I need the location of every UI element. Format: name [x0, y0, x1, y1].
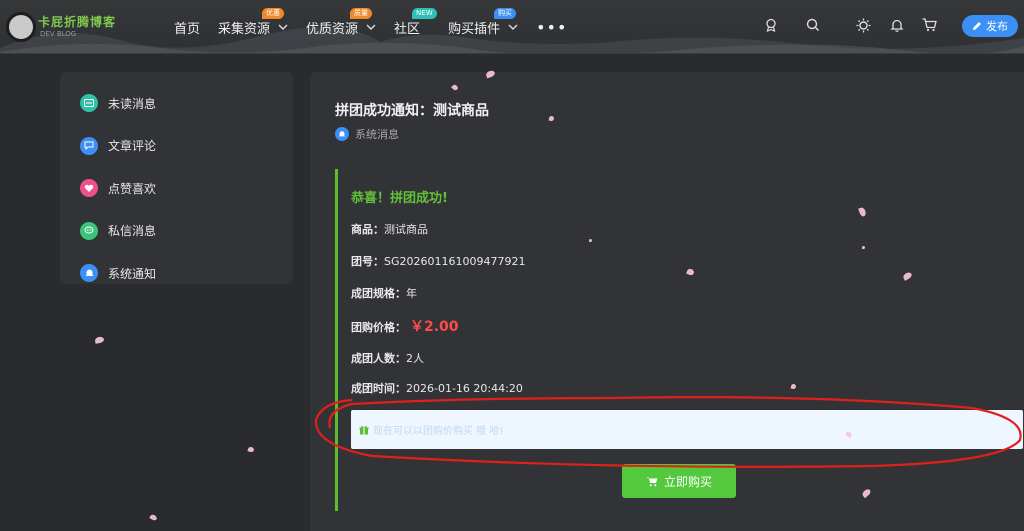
chat-icon: [80, 221, 98, 240]
theme-toggle-button[interactable]: [850, 12, 876, 38]
comment-icon: [80, 136, 98, 155]
chevron-down-icon: [278, 24, 288, 30]
price-row: 团购价格： ￥2.00: [351, 316, 459, 336]
price-label: 团购价格：: [351, 321, 406, 334]
message-meta: 系统消息: [335, 126, 399, 142]
spec-row: 成团规格：年: [351, 285, 417, 301]
nav-badge: 优惠: [262, 7, 285, 19]
spec-value: 年: [406, 287, 417, 300]
petal-decoration: [862, 246, 865, 249]
search-button[interactable]: [800, 12, 826, 38]
nav-item-community[interactable]: 社区 NEW: [394, 7, 437, 37]
search-icon: [806, 18, 820, 32]
nav-label: 采集资源: [218, 21, 271, 37]
nav-label: 首页: [174, 21, 201, 37]
sun-icon: [856, 18, 870, 32]
badge-icon[interactable]: [758, 12, 784, 38]
sidebar-item-comments[interactable]: 文章评论: [60, 125, 293, 168]
product-value: 测试商品: [384, 223, 428, 236]
nav-label: 优质资源: [306, 21, 359, 37]
petal-decoration: [149, 513, 158, 522]
product-label: 商品：: [351, 223, 384, 236]
nav-badge: 购买: [494, 7, 517, 19]
sidebar-item-likes[interactable]: 点赞喜欢: [60, 167, 293, 210]
sidebar-item-label: 私信消息: [108, 224, 157, 239]
buy-now-button[interactable]: 立即购买: [622, 464, 736, 498]
message-sidebar: 未读消息 文章评论 点赞喜欢 私信消息 系统通知: [60, 72, 293, 284]
petal-decoration: [94, 336, 105, 344]
buy-now-label: 立即购买: [663, 474, 712, 489]
group-number-row: 团号：SG202601161009477921: [351, 253, 525, 269]
bell-icon: [80, 264, 98, 283]
message-icon: [80, 94, 98, 113]
publish-button[interactable]: 发布: [962, 15, 1018, 37]
notification-button[interactable]: [884, 12, 910, 38]
sidebar-item-system-notifications[interactable]: 系统通知: [60, 252, 293, 295]
site-logo[interactable]: 卡屁折腾博客 DEV BLOG: [6, 8, 116, 48]
logo-mark-icon: [6, 12, 36, 42]
sidebar-item-label: 系统通知: [108, 266, 157, 281]
member-count-value: 2人: [406, 352, 424, 365]
nav-badge: 质量: [350, 7, 373, 19]
main-nav: 首页 采集资源 优惠 优质资源 质量 社区 NEW 购买插件 购买 •••: [174, 0, 567, 53]
nav-label: 社区: [394, 21, 421, 37]
sidebar-item-label: 未读消息: [108, 96, 157, 111]
message-category: 系统消息: [355, 128, 399, 141]
notice-box: 现在可以以团购价购买 哦 哈!: [351, 410, 1023, 449]
member-count-label: 成团人数：: [351, 352, 406, 365]
message-detail-panel: 拼团成功通知：测试商品 系统消息 恭喜！拼团成功! 商品：测试商品 团号：SG2…: [310, 72, 1024, 531]
spec-label: 成团规格：: [351, 287, 406, 300]
message-title: 拼团成功通知：测试商品: [335, 103, 489, 119]
sidebar-item-label: 点赞喜欢: [108, 181, 157, 196]
cart-icon: [922, 18, 937, 32]
group-time-label: 成团时间：: [351, 382, 406, 395]
petal-decoration: [247, 446, 255, 453]
member-count-row: 成团人数：2人: [351, 350, 424, 366]
gift-icon: [359, 425, 369, 434]
top-navigation-bar: 卡屁折腾博客 DEV BLOG 首页 采集资源 优惠 优质资源 质量 社区 NE…: [0, 0, 1024, 54]
group-buy-card: 恭喜！拼团成功! 商品：测试商品 团号：SG202601161009477921…: [335, 169, 1024, 511]
nav-item-quality-resources[interactable]: 优质资源 质量: [306, 7, 376, 37]
bell-icon: [335, 127, 349, 141]
logo-subtitle: DEV BLOG: [40, 30, 77, 38]
group-time-row: 成团时间：2026-01-16 20:44:20: [351, 380, 523, 396]
medal-icon: [766, 18, 776, 32]
petal-decoration: [589, 239, 592, 242]
nav-badge: NEW: [412, 7, 437, 19]
publish-label: 发布: [986, 20, 1008, 33]
group-number-label: 团号：: [351, 255, 384, 268]
notice-text: 现在可以以团购价购买 哦 哈!: [373, 426, 504, 437]
sidebar-item-private-messages[interactable]: 私信消息: [60, 210, 293, 253]
price-value: ￥2.00: [410, 319, 459, 335]
nav-item-home[interactable]: 首页: [174, 18, 200, 37]
more-menu-button[interactable]: •••: [536, 18, 567, 37]
product-row: 商品：测试商品: [351, 221, 428, 237]
heart-icon: [80, 179, 98, 198]
group-number-value: SG202601161009477921: [384, 255, 526, 268]
sidebar-item-unread[interactable]: 未读消息: [60, 82, 293, 125]
group-time-value: 2026-01-16 20:44:20: [406, 382, 523, 395]
pencil-icon: [973, 22, 981, 30]
sidebar-item-label: 文章评论: [108, 139, 157, 154]
cart-icon: [646, 476, 658, 486]
nav-item-buy-plugin[interactable]: 购买插件 购买: [448, 7, 518, 37]
logo-text: 卡屁折腾博客: [38, 15, 117, 29]
cart-button[interactable]: [916, 12, 942, 38]
nav-item-collect-resources[interactable]: 采集资源 优惠: [218, 7, 288, 37]
congrats-heading: 恭喜！拼团成功!: [351, 191, 448, 206]
chevron-down-icon: [366, 24, 376, 30]
bell-icon: [890, 19, 904, 32]
chevron-down-icon: [508, 24, 518, 30]
nav-label: 购买插件: [448, 21, 501, 37]
